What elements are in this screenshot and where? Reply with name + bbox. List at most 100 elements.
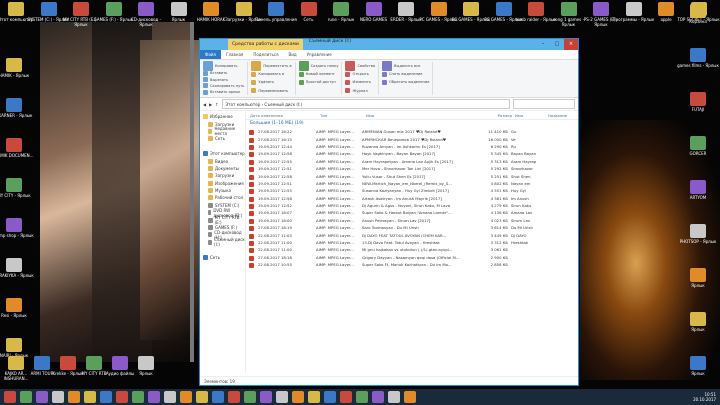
file-row[interactable]: 27.08.2017 18:19 AIMP: MPEG Layer... Saro … (246, 224, 578, 232)
desktop-icon[interactable]: PHOTSOP - Ярлык (676, 224, 720, 244)
desktop-icon[interactable]: Корзина (676, 4, 720, 24)
app-icon[interactable] (292, 391, 304, 403)
ribbon-tab[interactable]: Вид (283, 52, 301, 57)
app-icon[interactable] (180, 391, 192, 403)
ie-icon[interactable] (20, 391, 32, 403)
app-icon[interactable] (100, 391, 112, 403)
desktop-icon[interactable]: Ярлык (676, 312, 720, 332)
ribbon-button[interactable]: Свойства (345, 60, 375, 71)
ribbon-tab[interactable]: Главная (221, 52, 248, 57)
ribbon-button[interactable]: Копировать в (251, 70, 291, 77)
app-icon[interactable] (196, 391, 208, 403)
ribbon-button[interactable]: Снять выделение (382, 70, 429, 77)
app-icon[interactable] (244, 391, 256, 403)
ribbon-button[interactable]: Удалить (251, 79, 291, 86)
desktop-icon[interactable]: Ярлык (676, 268, 720, 288)
ribbon-button[interactable]: Копировать (203, 60, 244, 71)
file-row[interactable]: 19.09.2017 12:51 AIMP: MPEG Layer... Mer H… (246, 165, 578, 173)
app-icon[interactable] (388, 391, 400, 403)
app-icon[interactable] (372, 391, 384, 403)
file-row[interactable]: 22.08.2017 10:55 AIMP: MPEG Layer... Super… (246, 261, 578, 269)
nav-item[interactable]: Документы (200, 165, 245, 172)
ribbon-button[interactable]: Создать папку (298, 60, 338, 71)
file-row[interactable]: 19.09.2017 12:51 AIMP: MPEG Layer... NEW-M… (246, 180, 578, 187)
nav-item[interactable]: Съемный диск (I:) (200, 237, 245, 247)
app-icon[interactable] (276, 391, 288, 403)
path-box[interactable]: Этот компьютер › Съемный диск (I:) (221, 99, 510, 109)
ribbon-button[interactable]: Открыть (345, 70, 375, 77)
ribbon-button[interactable]: Изменить (345, 79, 375, 86)
desktop-icon[interactable]: Ярлык (124, 356, 168, 376)
desktop-icon[interactable]: STRAKIYKA - Ярлык (0, 258, 36, 278)
desktop-icon[interactable]: MY CITY - Ярлык (0, 178, 36, 198)
ribbon-button[interactable]: Вставить (203, 70, 244, 76)
desktop-icon[interactable]: Resi - Ярлык (0, 298, 36, 318)
app-icon[interactable] (260, 391, 272, 403)
app-icon[interactable] (308, 391, 320, 403)
group-header[interactable]: Большие (1–16 МБ) (19) (246, 120, 578, 128)
back-icon[interactable]: ◀ (203, 102, 206, 107)
app-icon[interactable] (116, 391, 128, 403)
maximize-icon[interactable]: □ (550, 39, 564, 50)
file-row[interactable]: 19.09.2017 12:52 AIMP: MPEG Layer... Dj Ag… (246, 202, 578, 210)
forward-icon[interactable]: ▶ (209, 102, 212, 107)
nav-item[interactable]: Недавние места (200, 126, 245, 136)
file-row[interactable]: 19.09.2017 12:58 AIMP: MPEG Layer... Yuliu… (246, 172, 578, 180)
file-row[interactable]: 19.09.2017 18:00 AIMP: MPEG Layer... Anush… (246, 217, 578, 224)
ribbon-button[interactable]: Вставить ярлык (203, 89, 244, 95)
app-icon[interactable] (324, 391, 336, 403)
app-icon[interactable] (356, 391, 368, 403)
search-input[interactable] (513, 99, 575, 109)
file-row[interactable]: 27.08.2017 16:15 AIMP: MPEG Layer... АРМЯН… (246, 135, 578, 143)
app-icon[interactable] (212, 391, 224, 403)
start-icon[interactable] (4, 391, 16, 403)
ribbon-tab[interactable]: Управление (302, 52, 337, 57)
desktop-icon[interactable]: Ярлык (676, 356, 720, 376)
file-row[interactable]: 19.09.2017 12:55 AIMP: MPEG Layer... Aram … (246, 158, 578, 165)
file-row[interactable]: 27.08.2017 16:22 AIMP: MPEG Layer... ARMEN… (246, 128, 578, 136)
nav-item[interactable]: Видео (200, 157, 245, 164)
nav-item[interactable]: Изображения (200, 180, 245, 187)
close-icon[interactable]: × (564, 39, 578, 50)
ribbon-button[interactable]: Переименовать (251, 87, 291, 94)
title-bar[interactable]: Средства работы с дисками Съемный диск (… (200, 39, 578, 50)
nav-item[interactable]: Избранное (200, 113, 245, 120)
app-icon[interactable] (148, 391, 160, 403)
app-icon[interactable] (340, 391, 352, 403)
desktop-icon[interactable]: GORCER (676, 136, 720, 156)
file-row[interactable]: 22.08.2017 11:00 AIMP: MPEG Layer... Mi gn… (246, 246, 578, 254)
nav-item[interactable]: Этот компьютер (200, 150, 245, 157)
file-row[interactable]: 19.09.2017 18:07 AIMP: MPEG Layer... Super… (246, 209, 578, 217)
clock[interactable]: 10:51 20.10.2017 (693, 392, 720, 402)
ribbon-button[interactable]: Скопировать путь (203, 83, 244, 89)
app-icon[interactable] (404, 391, 416, 403)
nav-item[interactable]: Загрузки (200, 172, 245, 179)
context-tab[interactable]: Средства работы с дисками (228, 39, 303, 50)
file-row[interactable]: 19.09.2017 12:55 AIMP: MPEG Layer... Susan… (246, 187, 578, 195)
media-icon[interactable] (52, 391, 64, 403)
nav-item[interactable]: Музыка (200, 187, 245, 194)
file-row[interactable]: 19.09.2017 12:58 AIMP: MPEG Layer... Artas… (246, 195, 578, 202)
nav-item[interactable]: Сеть (200, 253, 245, 260)
column-header[interactable]: Название (545, 113, 578, 118)
column-header[interactable]: Размер (466, 113, 512, 118)
column-header[interactable]: Имя (366, 113, 466, 118)
desktop-icon[interactable]: NAIRI - Ярлык (0, 338, 36, 358)
desktop-icon[interactable]: NKARNER - Ярлык (0, 98, 36, 118)
ribbon-button[interactable]: Простой доступ (298, 79, 339, 86)
explorer-icon[interactable] (36, 391, 48, 403)
file-row[interactable]: 22.08.2017 11:00 AIMP: MPEG Layer... 13.Dj… (246, 239, 578, 247)
ribbon-button[interactable]: Обратить выделение (382, 79, 429, 86)
desktop-icon[interactable]: HAMIK - Ярлык (0, 58, 36, 78)
up-icon[interactable]: ↑ (215, 102, 218, 107)
file-row[interactable]: 19.09.2017 12:58 AIMP: MPEG Layer... Hayk … (246, 150, 578, 158)
app-icon[interactable] (68, 391, 80, 403)
app-icon[interactable] (164, 391, 176, 403)
path-segment[interactable]: Этот компьютер (226, 102, 261, 107)
ribbon-button[interactable]: Новый элемент (298, 70, 339, 77)
file-row[interactable]: 19.09.2017 12:44 AIMP: MPEG Layer... Ruzan… (246, 143, 578, 150)
ribbon-button[interactable]: Вырезать (203, 77, 244, 82)
app-icon[interactable] (132, 391, 144, 403)
column-header[interactable]: Дата изменения (246, 113, 320, 118)
ribbon-button[interactable]: Журнал (345, 87, 375, 94)
